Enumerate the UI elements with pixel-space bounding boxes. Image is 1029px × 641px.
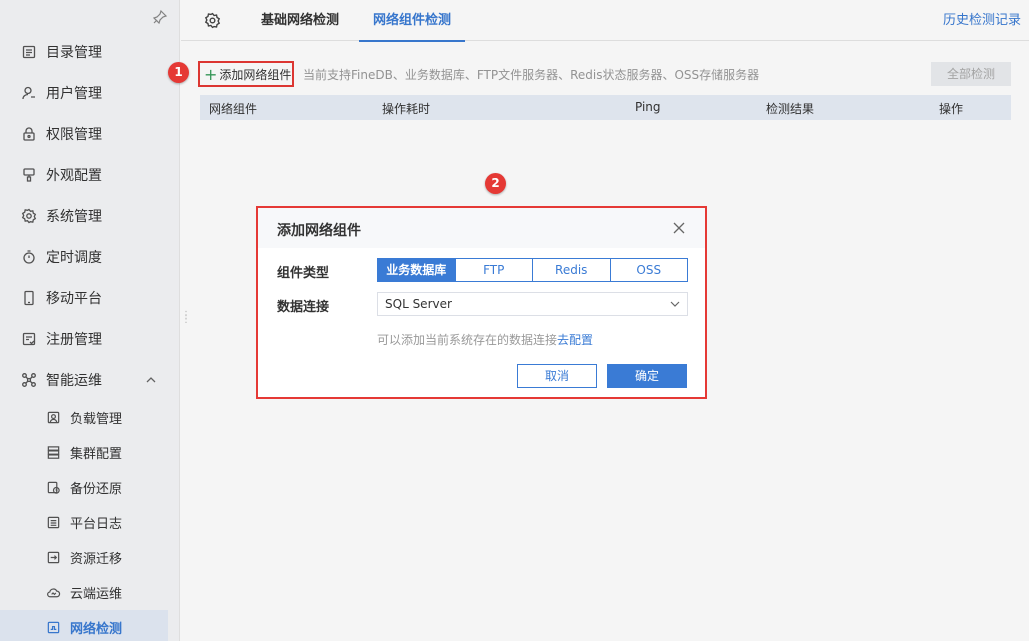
type-option-ftp[interactable]: FTP bbox=[456, 259, 533, 281]
connection-tip: 可以添加当前系统存在的数据连接去配置 bbox=[377, 331, 593, 348]
confirm-button[interactable]: 确定 bbox=[607, 364, 687, 388]
dialog-title: 添加网络组件 bbox=[277, 223, 361, 239]
cancel-button[interactable]: 取消 bbox=[517, 364, 597, 388]
data-connection-label: 数据连接 bbox=[277, 300, 330, 315]
dialog-header: 添加网络组件 bbox=[258, 208, 705, 248]
type-option-oss[interactable]: OSS bbox=[611, 259, 688, 281]
component-type-selector: 业务数据库 FTP Redis OSS bbox=[377, 258, 688, 282]
data-connection-select[interactable]: SQL Server bbox=[377, 292, 688, 316]
annotation-badge-1: 1 bbox=[168, 62, 189, 83]
configure-link[interactable]: 去配置 bbox=[557, 333, 593, 347]
data-connection-value: SQL Server bbox=[385, 297, 452, 311]
annotation-badge-2: 2 bbox=[485, 173, 506, 194]
component-type-label: 组件类型 bbox=[277, 266, 330, 281]
chevron-down-icon bbox=[670, 301, 680, 307]
type-option-redis[interactable]: Redis bbox=[533, 259, 611, 281]
connection-tip-text: 可以添加当前系统存在的数据连接 bbox=[377, 333, 558, 347]
close-icon[interactable] bbox=[672, 221, 686, 235]
type-option-business-db[interactable]: 业务数据库 bbox=[378, 259, 456, 281]
add-network-component-dialog: 添加网络组件 组件类型 业务数据库 FTP Redis OSS 数据连接 SQL… bbox=[256, 206, 707, 399]
